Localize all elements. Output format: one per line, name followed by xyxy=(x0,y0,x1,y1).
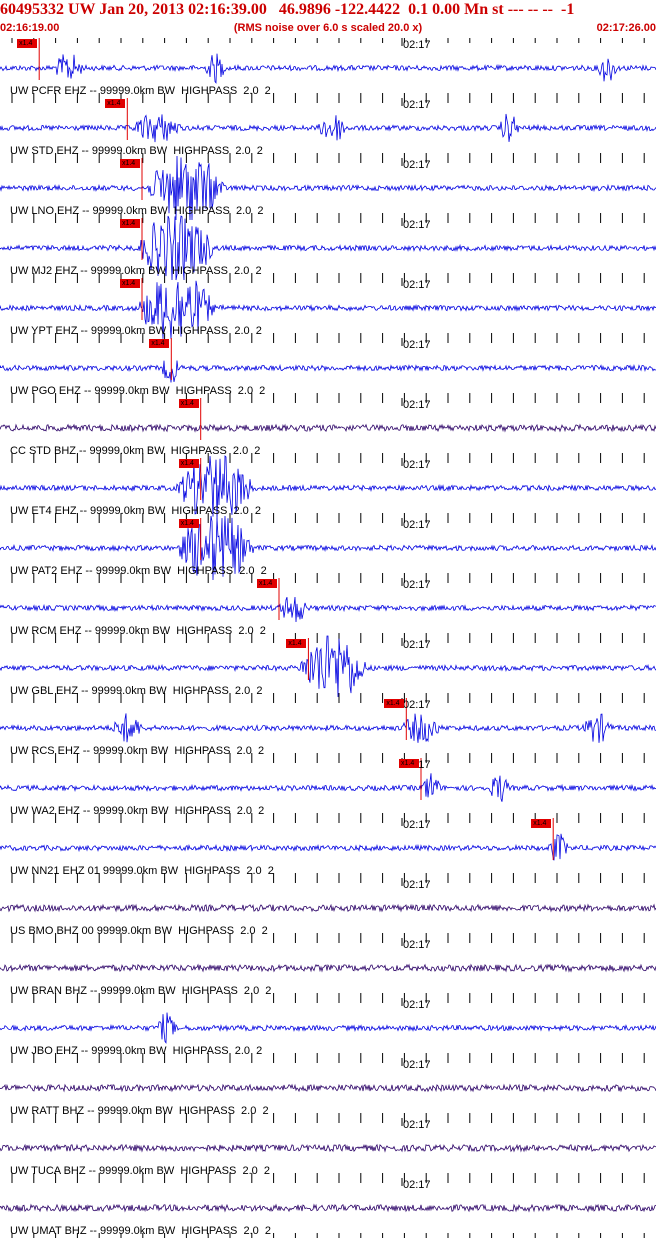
waveform-line xyxy=(0,773,656,802)
trace-panel: 02:17 x1.4 UW PAT2 EHZ -- 99999.0km BW HIG… xyxy=(0,515,656,581)
minute-label: 02:17 xyxy=(403,819,431,831)
pick-tag: x1.4 xyxy=(119,279,140,288)
minute-label: 02:17 xyxy=(403,459,431,471)
minute-label: 02:17 xyxy=(403,219,431,231)
waveform-line xyxy=(0,1203,656,1213)
event-title: 60495332 UW Jan 20, 2013 02:16:39.00 46.… xyxy=(0,1,575,18)
channel-label: UW UMAT BHZ -- 99999.0km BW HIGHPASS 2.0… xyxy=(10,1225,272,1237)
channel-label: UW MJ2 EHZ -- 99999.0km BW HIGHPASS 2.0 … xyxy=(10,265,262,277)
pick-tag: x1.4 xyxy=(531,819,552,828)
minute-label: 02:17 xyxy=(403,159,431,171)
trace-panel: 02:17 x1.4 UW GBL EHZ -- 99999.0km BW HIGH… xyxy=(0,635,656,698)
channel-label: UW RATT BHZ -- 99999.0km BW HIGHPASS 2.0… xyxy=(10,1105,269,1117)
trace-panel: 02:17 US BMO BHZ 00 99999.0km BW HIGHPASS… xyxy=(0,878,656,938)
pick-tag: x1.4 xyxy=(105,99,126,108)
trace-panel: 02:17 x1.4 UW STD EHZ -- 99999.0km BW HIGH… xyxy=(0,98,656,158)
trace-panel: 02:17 x1.4 UW LNO EHZ -- 99999.0km BW HIGH… xyxy=(0,155,656,221)
pick-tag: x1.4 xyxy=(384,699,405,708)
channel-label: UW ET4 EHZ -- 99999.0km BW HIGHPASS 2.0 … xyxy=(10,505,262,517)
pick-tag: x1.4 xyxy=(286,639,307,648)
pick-tag: x1.4 xyxy=(178,399,199,408)
trace-panel: 02:17 x1.4 UW YPT EHZ -- 99999.0km BW HIGH… xyxy=(0,278,656,340)
trace-panel: 02:17 UW RATT BHZ -- 99999.0km BW HIGHPAS… xyxy=(0,1058,656,1118)
waveform-line xyxy=(0,360,656,383)
pick-tag: x1.4 xyxy=(119,219,140,228)
plot-header: 60495332 UW Jan 20, 2013 02:16:39.00 46.… xyxy=(0,0,656,36)
trace-panel: 02:17 x1.4 CC STD BHZ -- 99999.0km BW HIGH… xyxy=(0,398,656,458)
trace-panel: 02:17 x1.4 UW ET4 EHZ -- 99999.0km BW HIGH… xyxy=(0,455,656,521)
waveform-line xyxy=(0,903,656,913)
trace-panel: 02:17 UW JBO EHZ -- 99999.0km BW HIGHPASS… xyxy=(0,998,656,1058)
minute-label: 02:17 xyxy=(403,699,431,711)
minute-label: 02:17 xyxy=(403,399,431,411)
pick-tag: x1.4 xyxy=(149,339,170,348)
waveform-line xyxy=(0,833,656,861)
minute-label: 02:17 xyxy=(403,99,431,111)
minute-label: 02:17 xyxy=(403,939,431,951)
channel-label: CC STD BHZ -- 99999.0km BW HIGHPASS 2.0 … xyxy=(10,445,261,457)
trace-panel: 02:17 x1.4 UW RCM EHZ -- 99999.0km BW HIGH… xyxy=(0,578,656,638)
trace-panel: 02:17 x1.4 UW MJ2 EHZ -- 99999.0km BW HIGH… xyxy=(0,215,656,281)
minute-label: 02:17 xyxy=(403,879,431,891)
minute-label: 02:17 xyxy=(403,1179,431,1191)
pick-tag: x1.4 xyxy=(257,579,278,588)
waveform-line xyxy=(0,1012,656,1044)
channel-label: UW LNO EHZ -- 99999.0km BW HIGHPASS 2.0 … xyxy=(10,205,264,217)
trace-panel: 02:17 x1.4 UW PCFR EHZ -- 99999.0km BW HIG… xyxy=(0,38,656,98)
trace-panel: 02:17 UW BRAN BHZ -- 99999.0km BW HIGHPAS… xyxy=(0,938,656,998)
end-time-label: 02:17:26.00 xyxy=(596,22,656,34)
pick-tag: x1.4 xyxy=(399,759,419,768)
trace-panel: 02:17 x1.4 UW PGO EHZ -- 99999.0km BW HIGH… xyxy=(0,338,656,398)
channel-label: UW YPT EHZ -- 99999.0km BW HIGHPASS 2.0 … xyxy=(10,325,262,337)
minute-label: 02:17 xyxy=(403,999,431,1011)
channel-label: UW NN21 EHZ 01 99999.0km BW HIGHPASS 2.0… xyxy=(10,865,274,877)
scaling-note: (RMS noise over 6.0 s scaled 20.0 x) xyxy=(233,22,423,34)
trace-panel: 02:17 UW TUCA BHZ -- 99999.0km BW HIGHPAS… xyxy=(0,1118,656,1178)
pick-tag: x1.4 xyxy=(119,159,140,168)
channel-label: UW PAT2 EHZ -- 99999.0km BW HIGHPASS 2.0… xyxy=(10,565,267,577)
channel-label: UW WA2 EHZ -- 99999.0km BW HIGHPASS 2.0 … xyxy=(10,805,265,817)
minute-label: 02:17 xyxy=(403,639,431,651)
waveform-line xyxy=(0,423,656,433)
waveform-line xyxy=(0,113,656,143)
minute-label: 02:17 xyxy=(403,339,431,351)
pick-tag: x1.4 xyxy=(178,519,199,528)
waveform-line xyxy=(0,713,656,743)
minute-label: 02:17 xyxy=(403,579,431,591)
pick-tag: x1.4 xyxy=(178,459,199,468)
minute-label: 02:17 xyxy=(403,1059,431,1071)
trace-panel: 02:17 x1.4 UW RCS EHZ -- 99999.0km BW HIGH… xyxy=(0,698,656,758)
waveform-line xyxy=(0,1143,656,1153)
minute-label: 02:17 xyxy=(403,519,431,531)
trace-panel: 02:17 UW UMAT BHZ -- 99999.0km BW HIGHPAS… xyxy=(0,1178,656,1238)
channel-label: UW RCM EHZ -- 99999.0km BW HIGHPASS 2.0 … xyxy=(10,625,266,637)
waveform-line xyxy=(0,53,656,84)
trace-panel: 02:17 x1.4 UW NN21 EHZ 01 99999.0km BW HIG… xyxy=(0,818,656,878)
channel-label: UW TUCA BHZ -- 99999.0km BW HIGHPASS 2.0… xyxy=(10,1165,270,1177)
channel-label: UW RCS EHZ -- 99999.0km BW HIGHPASS 2.0 … xyxy=(10,745,265,757)
waveform-line xyxy=(0,596,656,623)
channel-label: UW PGO EHZ -- 99999.0km BW HIGHPASS 2.0 … xyxy=(10,385,266,397)
waveform-line xyxy=(0,1083,656,1093)
pick-tag: x1.4 xyxy=(17,39,38,48)
minute-label: 02:17 xyxy=(403,279,431,291)
channel-label: US BMO BHZ 00 99999.0km BW HIGHPASS 2.0 … xyxy=(10,925,268,937)
channel-label: UW PCFR EHZ -- 99999.0km BW HIGHPASS 2.0… xyxy=(10,85,271,97)
channel-label: UW GBL EHZ -- 99999.0km BW HIGHPASS 2.0 … xyxy=(10,685,263,697)
waveform-line xyxy=(0,963,656,973)
minute-label: 02:17 xyxy=(403,39,431,51)
channel-label: UW STD EHZ -- 99999.0km BW HIGHPASS 2.0 … xyxy=(10,145,263,157)
minute-label: 02:17 xyxy=(403,1119,431,1131)
channel-label: UW JBO EHZ -- 99999.0km BW HIGHPASS 2.0 … xyxy=(10,1045,263,1057)
channel-label: UW BRAN BHZ -- 99999.0km BW HIGHPASS 2.0… xyxy=(10,985,272,997)
trace-panel: 02:17x1.4UW WA2 EHZ -- 99999.0km BW HIGH… xyxy=(0,758,656,818)
